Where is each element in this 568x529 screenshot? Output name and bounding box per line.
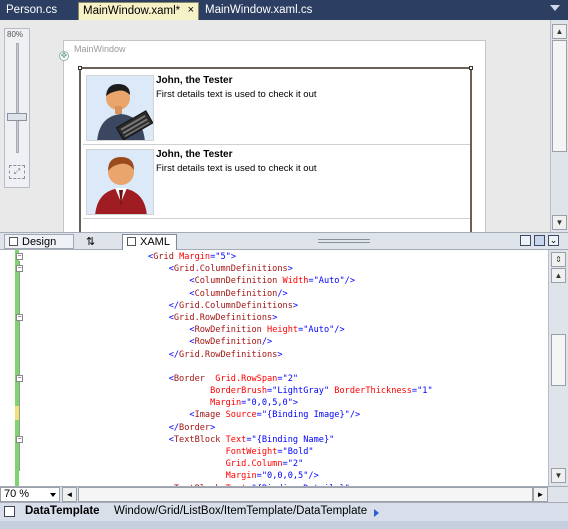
code-line[interactable]: <Grid Margin="5"> — [148, 251, 433, 263]
code-line[interactable]: <TextBlock Text="{Binding Name}" — [148, 434, 433, 446]
person-name: John, the Tester — [156, 75, 233, 86]
editor-bottom-bar: 70 % ◄ ► — [0, 486, 568, 502]
scroll-up-icon[interactable]: ▲ — [551, 268, 566, 283]
person-details: First details text is used to check it o… — [156, 89, 317, 100]
breadcrumb-next-icon[interactable] — [374, 509, 379, 517]
chevron-down-icon[interactable] — [50, 493, 56, 497]
code-line[interactable] — [148, 361, 433, 373]
person-name: John, the Tester — [156, 149, 233, 160]
document-tab-strip: Person.cs MainWindow.xaml* × MainWindow.… — [0, 0, 568, 20]
zoom-slider-label: 80% — [7, 30, 24, 39]
code-line[interactable]: </Border> — [148, 422, 433, 434]
fold-toggle-icon[interactable]: − — [16, 436, 23, 443]
vertical-split-icon[interactable] — [520, 235, 531, 246]
code-line[interactable]: <ColumnDefinition Width="Auto"/> — [148, 275, 433, 287]
element-path-bar: DataTemplate Window/Grid/ListBox/ItemTem… — [0, 502, 568, 521]
design-view-label: Design — [22, 236, 57, 248]
tester-icon — [87, 76, 153, 140]
breadcrumb[interactable]: Window/Grid/ListBox/ItemTemplate/DataTem… — [114, 505, 367, 517]
view-switcher-bar: Design ⇅ XAML ⌄ — [0, 232, 568, 251]
person-avatar-image — [86, 75, 154, 141]
zoom-slider-track[interactable] — [16, 43, 19, 153]
scroll-left-icon[interactable]: ◄ — [62, 487, 77, 502]
code-line[interactable]: <Border Grid.RowSpan="2" — [148, 373, 433, 385]
code-line[interactable]: <Grid.ColumnDefinitions> — [148, 263, 433, 275]
tab-label: Person.cs — [6, 4, 58, 16]
scroll-down-icon[interactable]: ▼ — [551, 468, 566, 483]
scroll-up-icon[interactable]: ▲ — [552, 24, 567, 39]
user-icon — [87, 150, 153, 214]
scroll-thumb[interactable] — [552, 40, 567, 152]
selection-handle[interactable] — [78, 66, 82, 70]
code-line[interactable]: <RowDefinition/> — [148, 336, 433, 348]
design-view-icon — [9, 237, 18, 246]
scroll-thumb[interactable] — [78, 487, 533, 502]
design-surface: 80% ⤢ MainWindow ✥ John, the Tester Firs… — [0, 20, 568, 232]
xaml-view-tab[interactable]: XAML — [122, 234, 177, 251]
breadcrumb-root[interactable]: DataTemplate — [25, 505, 100, 517]
zoom-slider[interactable]: 80% ⤢ — [4, 28, 30, 188]
tab-label: MainWindow.xaml* — [83, 5, 181, 17]
editor-gutter: − − − − − — [0, 250, 24, 486]
listbox[interactable]: John, the Tester First details text is u… — [78, 66, 473, 232]
xaml-code-editor[interactable]: − − − − − <Grid Margin="5"> <Grid.Column… — [0, 250, 548, 486]
code-line[interactable]: <RowDefinition Height="Auto"/> — [148, 324, 433, 336]
code-vertical-scrollbar[interactable]: ⇕ ▲ ▼ — [548, 250, 568, 486]
code-line[interactable]: Grid.Column="2" — [148, 458, 433, 470]
document-outline-icon[interactable] — [4, 506, 15, 517]
splitter-grip[interactable] — [318, 239, 370, 243]
window-title: MainWindow — [74, 44, 126, 54]
designer-window[interactable]: MainWindow ✥ John, the Tester First deta… — [59, 40, 486, 232]
code-line[interactable]: <ColumnDefinition/> — [148, 288, 433, 300]
zoom-dropdown[interactable]: 70 % — [0, 487, 60, 502]
scroll-right-icon[interactable]: ► — [533, 487, 548, 502]
fit-to-window-icon[interactable]: ⤢ — [9, 165, 25, 179]
code-line[interactable]: </Grid.RowDefinitions> — [148, 349, 433, 361]
swap-icon: ⇅ — [86, 236, 96, 248]
list-item[interactable]: John, the Tester First details text is u… — [83, 145, 470, 219]
horizontal-scrollbar[interactable]: ◄ ► — [62, 487, 548, 502]
tab-label: MainWindow.xaml.cs — [205, 4, 313, 16]
horizontal-split-icon[interactable] — [534, 235, 545, 246]
design-view-tab[interactable]: Design — [4, 234, 74, 249]
fold-toggle-icon[interactable]: − — [16, 265, 23, 272]
swap-panes-button[interactable]: ⇅ — [82, 234, 108, 249]
fold-toggle-icon[interactable]: − — [16, 314, 23, 321]
close-icon[interactable]: × — [188, 4, 194, 16]
tab-mainwindow-xaml-cs[interactable]: MainWindow.xaml.cs — [201, 2, 313, 20]
zoom-value: 70 % — [4, 488, 30, 500]
split-handle-icon[interactable]: ⇕ — [551, 252, 566, 267]
person-avatar-image — [86, 149, 154, 215]
tab-list-dropdown-icon[interactable] — [550, 5, 560, 11]
code-line[interactable]: <Image Source="{Binding Image}"/> — [148, 409, 433, 421]
collapse-pane-icon[interactable]: ⌄ — [548, 235, 559, 246]
code-line[interactable]: Margin="0,0,0,5"/> — [148, 470, 433, 482]
selection-handle[interactable] — [469, 66, 473, 70]
fold-toggle-icon[interactable]: − — [16, 375, 23, 382]
scroll-thumb[interactable] — [551, 334, 566, 386]
code-line[interactable]: BorderBrush="LightGray" BorderThickness=… — [148, 385, 433, 397]
tab-person-cs[interactable]: Person.cs — [2, 2, 76, 20]
tab-mainwindow-xaml[interactable]: MainWindow.xaml* × — [78, 2, 199, 20]
zoom-slider-thumb[interactable] — [7, 113, 27, 121]
design-vertical-scrollbar[interactable]: ▲ ▼ — [550, 20, 568, 232]
list-item[interactable]: John, the Tester First details text is u… — [83, 71, 470, 145]
status-strip — [0, 521, 568, 529]
xaml-view-label: XAML — [140, 236, 170, 248]
list-item[interactable] — [83, 219, 470, 232]
fold-toggle-icon[interactable]: − — [16, 253, 23, 260]
code-line[interactable]: </Grid.ColumnDefinitions> — [148, 300, 433, 312]
xaml-view-icon — [127, 237, 136, 246]
person-details: First details text is used to check it o… — [156, 163, 317, 174]
code-line[interactable]: <Grid.RowDefinitions> — [148, 312, 433, 324]
code-line[interactable]: Margin="0,0,5,0"> — [148, 397, 433, 409]
code-line[interactable]: FontWeight="Bold" — [148, 446, 433, 458]
move-handle-icon[interactable]: ✥ — [59, 51, 69, 61]
scroll-down-icon[interactable]: ▼ — [552, 215, 567, 230]
code-text[interactable]: <Grid Margin="5"> <Grid.ColumnDefinition… — [148, 251, 433, 486]
